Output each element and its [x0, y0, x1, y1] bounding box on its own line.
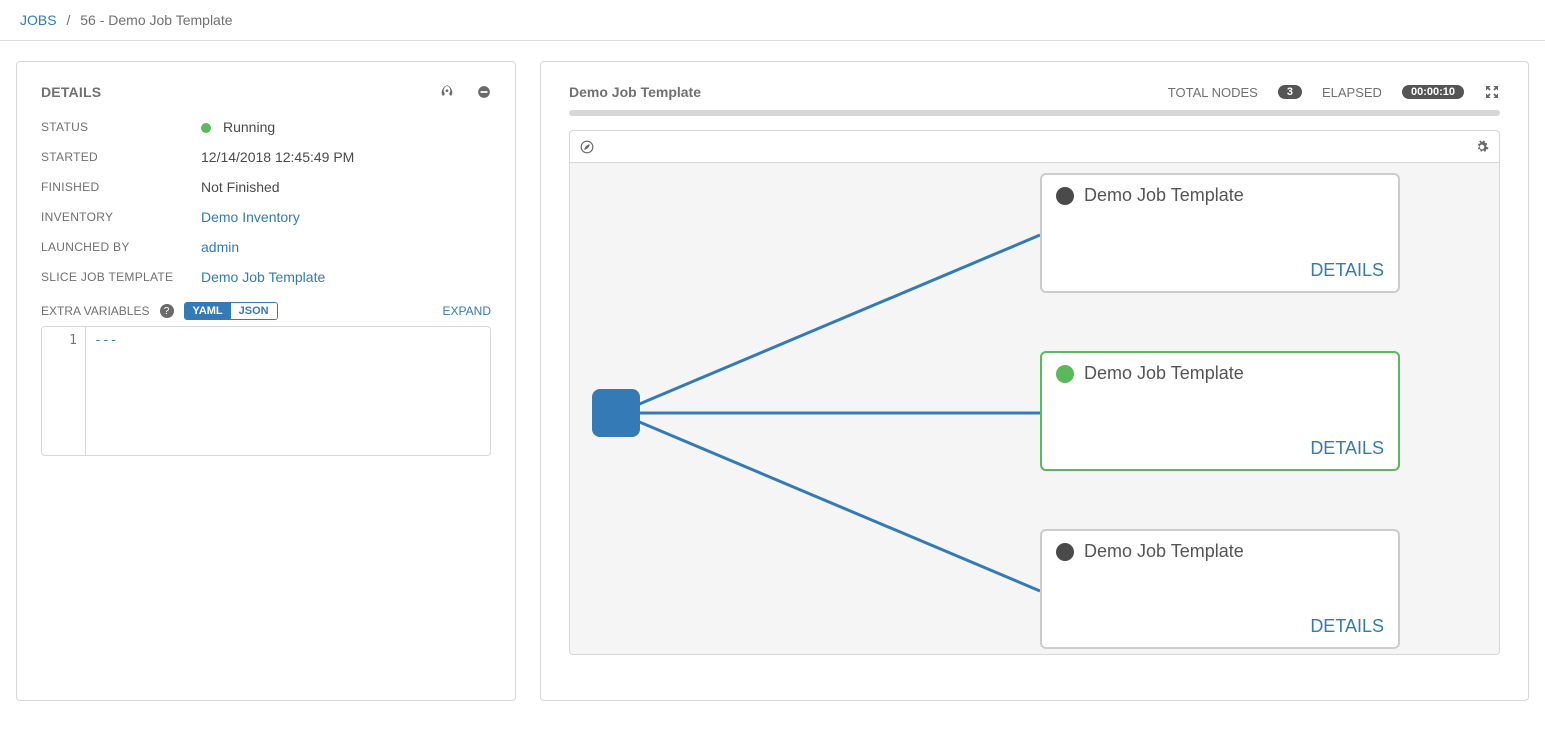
node-title: Demo Job Template — [1084, 363, 1244, 384]
total-nodes-value: 3 — [1278, 85, 1302, 99]
slice-template-label: SLICE JOB TEMPLATE — [41, 270, 201, 284]
compass-icon — [580, 140, 594, 154]
node-status-dot-icon — [1056, 365, 1074, 383]
workflow-graph: Demo Job Template DETAILS Demo Job Templ… — [569, 130, 1500, 655]
graph-settings-button[interactable] — [1475, 140, 1489, 154]
status-value: Running — [201, 119, 275, 135]
node-title: Demo Job Template — [1084, 541, 1244, 562]
help-icon[interactable]: ? — [160, 304, 174, 318]
node-details-link[interactable]: DETAILS — [1310, 260, 1384, 281]
relaunch-button[interactable] — [439, 84, 455, 100]
toggle-json-button[interactable]: JSON — [231, 303, 277, 319]
expand-button[interactable]: EXPAND — [443, 304, 491, 318]
status-label: STATUS — [41, 120, 201, 134]
finished-value: Not Finished — [201, 179, 280, 195]
elapsed-label: ELAPSED — [1322, 85, 1382, 100]
node-status-dot-icon — [1056, 543, 1074, 561]
started-value: 12/14/2018 12:45:49 PM — [201, 149, 354, 165]
node-title: Demo Job Template — [1084, 185, 1244, 206]
toggle-yaml-button[interactable]: YAML — [185, 303, 231, 319]
format-toggle: YAML JSON — [184, 302, 278, 320]
node-details-link[interactable]: DETAILS — [1310, 438, 1384, 459]
gear-icon — [1475, 140, 1489, 154]
workflow-node[interactable]: Demo Job Template DETAILS — [1040, 173, 1400, 293]
workflow-start-node[interactable] — [592, 389, 640, 437]
node-status-dot-icon — [1056, 187, 1074, 205]
status-dot-icon — [201, 123, 211, 133]
slice-template-link[interactable]: Demo Job Template — [201, 269, 325, 285]
page-body: DETAILS STATUS Running STARTED 12/14/201… — [0, 41, 1545, 721]
fullscreen-button[interactable] — [1484, 84, 1500, 100]
breadcrumb: JOBS / 56 - Demo Job Template — [0, 0, 1545, 41]
elapsed-value: 00:00:10 — [1402, 85, 1464, 99]
workflow-panel: Demo Job Template TOTAL NODES 3 ELAPSED … — [540, 61, 1529, 701]
workflow-node[interactable]: Demo Job Template DETAILS — [1040, 529, 1400, 649]
code-line-number: 1 — [42, 327, 86, 455]
details-panel: DETAILS STATUS Running STARTED 12/14/201… — [16, 61, 516, 701]
extra-vars-editor[interactable]: 1 --- — [41, 326, 491, 456]
expand-icon — [1484, 84, 1500, 100]
total-nodes-label: TOTAL NODES — [1168, 85, 1258, 100]
finished-label: FINISHED — [41, 180, 201, 194]
inventory-link[interactable]: Demo Inventory — [201, 209, 300, 225]
workflow-node[interactable]: Demo Job Template DETAILS — [1040, 351, 1400, 471]
started-label: STARTED — [41, 150, 201, 164]
launched-by-link[interactable]: admin — [201, 239, 239, 255]
extra-vars-label: EXTRA VARIABLES — [41, 304, 150, 318]
details-heading: DETAILS — [41, 84, 101, 100]
cancel-job-button[interactable] — [477, 84, 491, 100]
code-content: --- — [86, 327, 125, 455]
breadcrumb-separator: / — [66, 12, 70, 28]
rocket-icon — [439, 84, 455, 100]
workflow-title: Demo Job Template — [569, 84, 701, 100]
node-details-link[interactable]: DETAILS — [1310, 616, 1384, 637]
launched-by-label: LAUNCHED BY — [41, 240, 201, 254]
inventory-label: INVENTORY — [41, 210, 201, 224]
progress-bar — [569, 110, 1500, 116]
graph-canvas[interactable]: Demo Job Template DETAILS Demo Job Templ… — [570, 163, 1499, 654]
breadcrumb-current: 56 - Demo Job Template — [80, 12, 232, 28]
breadcrumb-root-link[interactable]: JOBS — [20, 12, 57, 28]
minus-circle-icon — [477, 85, 491, 99]
compass-button[interactable] — [580, 140, 594, 154]
